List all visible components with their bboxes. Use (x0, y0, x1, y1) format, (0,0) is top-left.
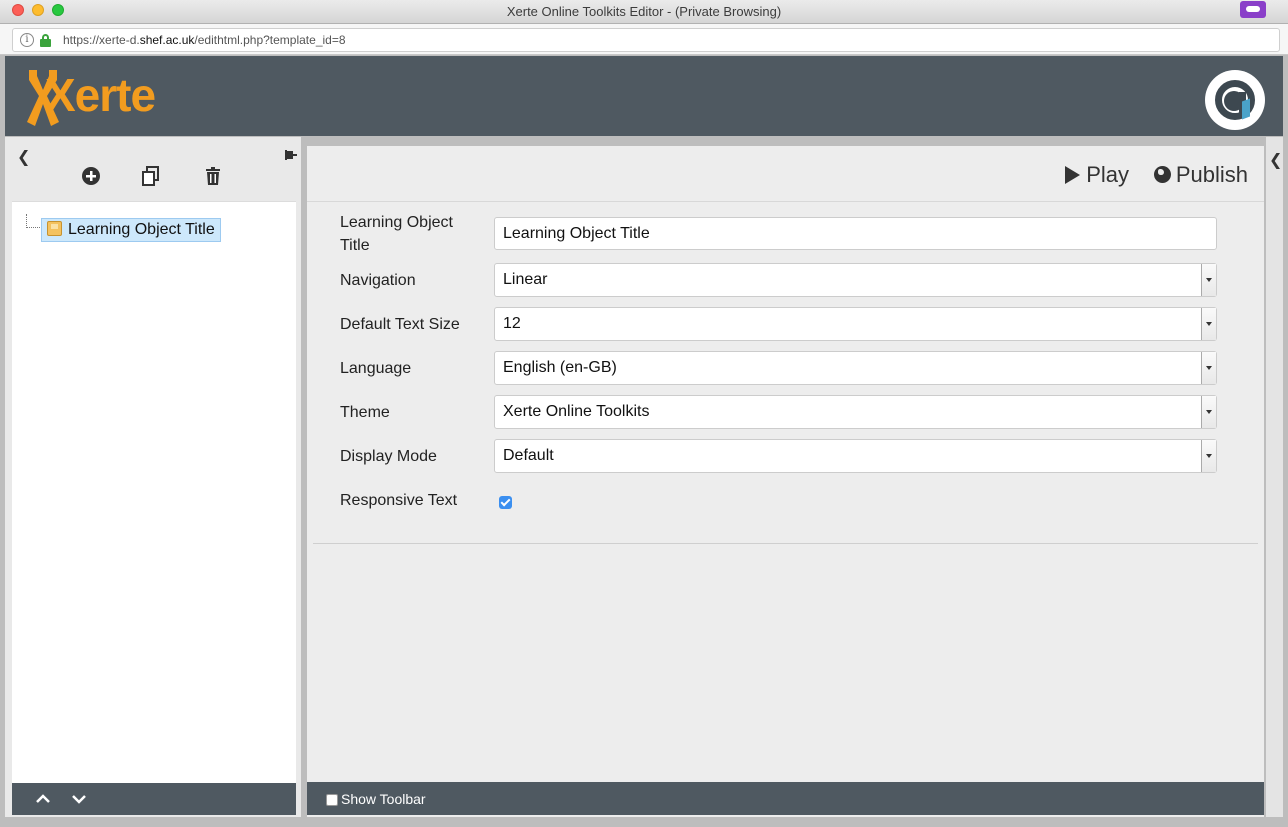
divider (307, 201, 1264, 202)
right-collapsed-panel: ❮ (1266, 137, 1283, 817)
tree-node-root[interactable]: Learning Object Title (41, 218, 221, 242)
publish-button[interactable]: Publish (1153, 162, 1248, 188)
theme-label: Theme (340, 404, 390, 421)
show-toolbar-label[interactable]: Show Toolbar (341, 791, 426, 807)
add-icon[interactable] (80, 165, 102, 187)
text-size-select[interactable]: 12 (494, 307, 1217, 341)
move-up-icon[interactable] (34, 791, 52, 807)
structure-tree: Learning Object Title (12, 201, 296, 783)
chevron-down-icon (1201, 440, 1216, 472)
delete-icon[interactable] (202, 165, 224, 187)
duplicate-icon[interactable] (140, 165, 162, 187)
divider (313, 543, 1258, 544)
address-bar: i https://xerte-d.shef.ac.uk/edithtml.ph… (0, 24, 1288, 55)
private-browsing-icon (1240, 1, 1266, 18)
navigation-select[interactable]: Linear (494, 263, 1217, 297)
package-icon (47, 221, 62, 236)
window-titlebar: Xerte Online Toolkits Editor - (Private … (0, 0, 1288, 24)
language-label: Language (340, 360, 412, 377)
show-toolbar-checkbox[interactable] (326, 794, 338, 806)
move-down-icon[interactable] (70, 791, 88, 807)
responsive-text-label: Responsive Text (340, 492, 458, 509)
tree-node-label: Learning Object Title (68, 221, 215, 238)
logo-text: Xerte (45, 69, 156, 121)
play-button[interactable]: Play (1065, 162, 1129, 188)
chevron-down-icon (1201, 264, 1216, 296)
lock-icon (40, 34, 51, 47)
navigation-label: Navigation (340, 272, 416, 289)
tree-toolbar (12, 137, 296, 201)
globe-icon (1153, 166, 1171, 183)
toolkits-logo (1205, 70, 1265, 130)
app-header: Xerte (5, 56, 1283, 136)
chevron-down-icon (1201, 396, 1216, 428)
window-title: Xerte Online Toolkits Editor - (Private … (506, 4, 782, 19)
theme-select[interactable]: Xerte Online Toolkits (494, 395, 1217, 429)
display-mode-select[interactable]: Default (494, 439, 1217, 473)
url-field[interactable]: i https://xerte-d.shef.ac.uk/edithtml.ph… (12, 28, 1280, 52)
chevron-down-icon (1201, 352, 1216, 384)
editor-footer: Show Toolbar (307, 782, 1264, 815)
properties-panel: Play Publish Learning Object Title Navig… (307, 146, 1264, 817)
title-input[interactable] (494, 217, 1217, 250)
display-mode-label: Display Mode (340, 448, 437, 465)
language-select[interactable]: English (en-GB) (494, 351, 1217, 385)
tree-footer (12, 783, 296, 815)
expand-right-panel-icon[interactable]: ❮ (1269, 150, 1282, 170)
title-label: Learning Object Title (340, 214, 453, 254)
text-size-label: Default Text Size (340, 316, 460, 333)
responsive-text-checkbox[interactable] (499, 496, 512, 509)
chevron-down-icon (1201, 308, 1216, 340)
play-icon (1065, 166, 1081, 184)
url-text[interactable]: https://xerte-d.shef.ac.uk/edithtml.php?… (63, 33, 346, 47)
info-icon[interactable]: i (20, 33, 34, 47)
structure-panel: ❮ Learning Object Title (5, 137, 301, 817)
